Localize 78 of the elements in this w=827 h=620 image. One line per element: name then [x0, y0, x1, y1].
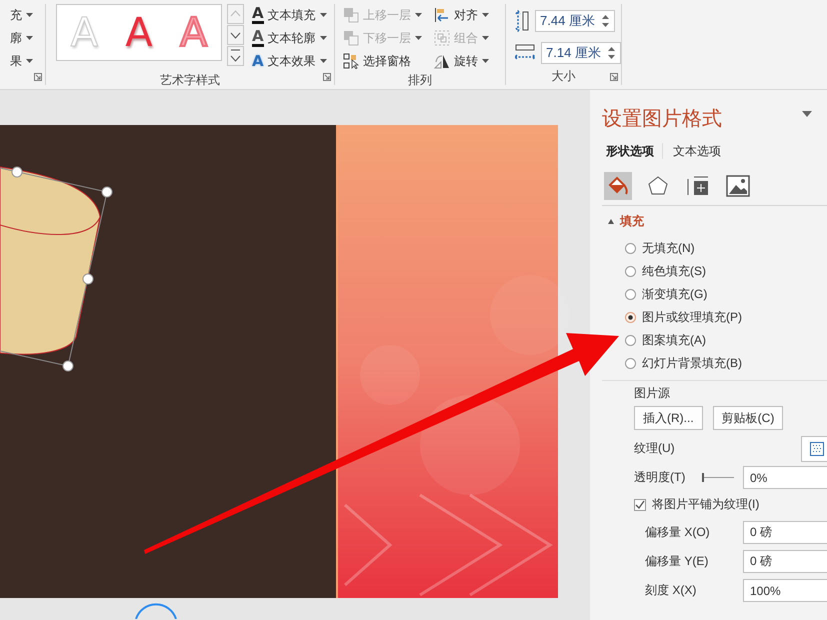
caret-icon — [320, 13, 327, 17]
caret-icon — [26, 59, 33, 63]
insert-button[interactable]: 插入(R)... — [634, 406, 703, 430]
selection-pane-icon — [343, 53, 359, 69]
bring-forward-icon — [343, 7, 359, 23]
field-label: 图片源 — [634, 385, 671, 402]
radio-button[interactable] — [625, 289, 636, 300]
section-title[interactable]: 填充 — [620, 212, 644, 230]
ribbon-command[interactable]: A 文本轮廓 — [250, 27, 329, 49]
dropdown-icon[interactable] — [802, 111, 812, 117]
send-backward-icon — [343, 30, 359, 46]
option-label[interactable]: 图案填充(A) — [642, 332, 706, 349]
options-tab[interactable]: 文本选项 — [673, 142, 729, 160]
wordart-style[interactable]: A — [125, 12, 153, 52]
collapse-icon[interactable] — [608, 218, 614, 224]
options-tab[interactable]: 形状选项 — [606, 142, 662, 160]
field-label: 透明度(T) — [634, 469, 686, 486]
input-field[interactable]: 0% — [743, 466, 827, 489]
ribbon-command[interactable]: 对齐 — [432, 4, 491, 26]
option-label[interactable]: 图片或纹理填充(P) — [642, 309, 742, 326]
input-field[interactable]: 100% — [743, 579, 827, 602]
pane-title: 设置图片格式 — [602, 107, 723, 132]
group-label: 艺术字样式 — [159, 72, 221, 89]
transparency-slider[interactable] — [702, 473, 734, 482]
width-icon — [514, 44, 536, 62]
height-icon — [514, 10, 530, 32]
checkbox[interactable] — [634, 498, 646, 510]
more-button[interactable] — [227, 46, 244, 66]
dialog-launcher-icon[interactable] — [34, 73, 42, 81]
option-label[interactable]: 纯色填充(S) — [642, 263, 706, 280]
scroll-down-button[interactable] — [227, 25, 244, 45]
option-label[interactable]: 渐变填充(G) — [642, 286, 708, 303]
ribbon-command[interactable]: 廓 — [8, 27, 35, 49]
radio-button[interactable] — [625, 358, 636, 369]
rotate-icon — [434, 53, 450, 69]
radio-button[interactable] — [625, 266, 636, 277]
caret-icon — [26, 13, 33, 17]
texture-icon — [810, 442, 824, 456]
caret-icon — [482, 59, 489, 63]
ribbon-command[interactable]: 选择窗格 — [341, 50, 424, 72]
ribbon-command[interactable]: 果 — [8, 50, 35, 72]
radio-button[interactable] — [625, 335, 636, 346]
ribbon-command[interactable]: A 文本填充 — [250, 4, 329, 26]
dialog-launcher-icon[interactable] — [610, 73, 618, 81]
caret-icon — [415, 13, 422, 17]
height-field[interactable]: 7.44 厘米 — [535, 10, 615, 32]
group-label: 大小 — [550, 68, 576, 85]
field-label: 纹理(U) — [634, 440, 676, 457]
group-icon — [434, 30, 450, 46]
radio-button[interactable] — [625, 243, 636, 254]
spinner-icon — [602, 14, 609, 28]
texture-button[interactable] — [801, 436, 827, 462]
checkbox-label[interactable]: 将图片平铺为纹理(I) — [652, 496, 760, 513]
fill-icon[interactable] — [604, 172, 632, 200]
field-label: 偏移量 Y(E) — [644, 553, 710, 570]
caret-icon — [320, 36, 327, 40]
input-field[interactable]: 0 磅 — [743, 521, 827, 544]
ribbon-command[interactable]: 充 — [8, 4, 35, 26]
ribbon-command[interactable]: 旋转 — [432, 50, 491, 72]
caret-icon — [26, 36, 33, 40]
spinner-icon — [608, 46, 615, 60]
option-label[interactable]: 幻灯片背景填充(B) — [642, 355, 742, 372]
caret-icon — [320, 59, 327, 63]
input-field[interactable]: 0 磅 — [743, 550, 827, 573]
text-effects-icon: A — [252, 54, 264, 68]
field-label: 偏移量 X(O) — [644, 524, 711, 541]
caret-icon — [415, 36, 422, 40]
align-icon — [434, 7, 450, 23]
dialog-launcher-icon[interactable] — [323, 73, 331, 81]
option-label[interactable]: 无填充(N) — [642, 240, 695, 257]
insert-button[interactable]: 剪贴板(C) — [712, 406, 784, 430]
width-field[interactable]: 7.14 厘米 — [541, 42, 621, 64]
caret-icon — [482, 36, 489, 40]
ribbon-command[interactable]: A 文本效果 — [250, 50, 329, 72]
radio-button[interactable] — [625, 312, 636, 323]
caret-icon — [482, 13, 489, 17]
field-label: 刻度 X(X) — [644, 582, 698, 599]
group-label: 排列 — [407, 72, 433, 89]
